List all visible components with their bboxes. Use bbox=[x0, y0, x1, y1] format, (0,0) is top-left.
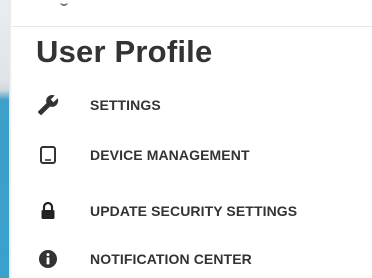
menu-item-label: DEVICE MANAGEMENT bbox=[90, 147, 250, 163]
page-title: User Profile bbox=[36, 34, 213, 69]
menu-item-label: SETTINGS bbox=[90, 97, 161, 113]
tablet-icon bbox=[36, 143, 60, 167]
menu-item-notification-center[interactable]: NOTIFICATION CENTER bbox=[36, 242, 356, 276]
menu-item-settings[interactable]: SETTINGS bbox=[36, 88, 356, 122]
lock-icon bbox=[36, 199, 60, 223]
panel-shadow bbox=[9, 0, 12, 278]
user-profile-panel: User Profile SETTINGS DEVICE MANAGEMENT bbox=[0, 0, 372, 278]
menu-item-label: UPDATE SECURITY SETTINGS bbox=[90, 203, 298, 219]
menu-item-device-management[interactable]: DEVICE MANAGEMENT bbox=[36, 138, 356, 172]
wrench-icon bbox=[36, 93, 60, 117]
top-bar bbox=[12, 0, 372, 26]
menu-item-update-security-settings[interactable]: UPDATE SECURITY SETTINGS bbox=[36, 194, 356, 228]
background-window-edge bbox=[0, 0, 9, 278]
scroll-indicator-icon bbox=[60, 0, 68, 6]
menu-item-label: NOTIFICATION CENTER bbox=[90, 251, 252, 267]
info-icon bbox=[36, 247, 60, 271]
divider bbox=[12, 26, 372, 27]
